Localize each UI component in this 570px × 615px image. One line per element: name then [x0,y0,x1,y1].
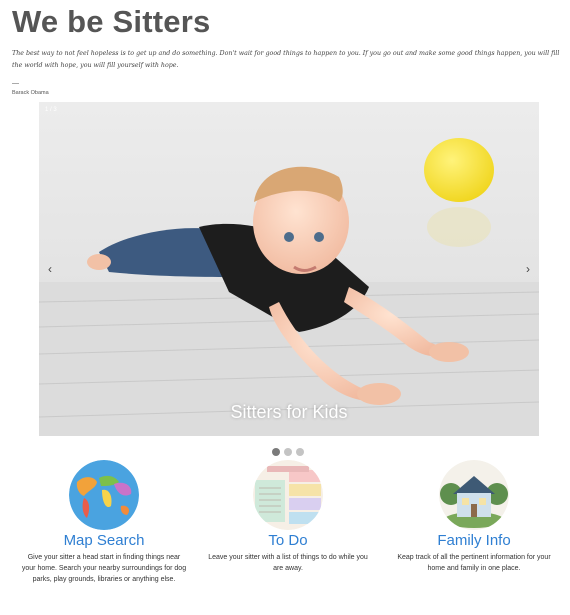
house-icon[interactable] [439,460,509,530]
next-slide-icon[interactable]: › [521,262,535,276]
quote-text: The best way to not feel hopeless is to … [12,50,560,69]
slide-dots [272,448,304,456]
feature-map-search: Map Search Give your sitter a head start… [14,460,194,585]
slide-counter: 1 / 3 [45,107,57,113]
previous-slide-icon[interactable]: ‹ [43,262,57,276]
to-do-description: Leave your sitter with a list of things … [208,554,368,572]
quote-dash: — [12,80,19,87]
feature-to-do: To Do Leave your sitter with a list of t… [198,460,378,574]
quote-author: Barack Obama [12,90,49,96]
family-info-link[interactable]: Family Info [384,532,564,549]
world-map-icon[interactable] [69,460,139,530]
slide-dot-1[interactable] [272,448,280,456]
map-search-description: Give your sitter a head start in finding… [21,554,187,583]
todo-list-icon[interactable] [253,460,323,530]
to-do-link[interactable]: To Do [198,532,378,549]
baby-photo [39,102,539,436]
family-info-description: Keap track of all the pertinent informat… [397,554,551,572]
slide-caption: Sitters for Kids [230,402,348,422]
feature-family-info: Family Info Keap track of all the pertin… [384,460,564,574]
image-slider[interactable]: 1 / 3 Sitters for Kids ‹ › [39,102,539,436]
slide-dot-2[interactable] [284,448,292,456]
map-search-link[interactable]: Map Search [14,532,194,549]
site-title: We be Sitters [12,4,211,39]
slide-dot-3[interactable] [296,448,304,456]
